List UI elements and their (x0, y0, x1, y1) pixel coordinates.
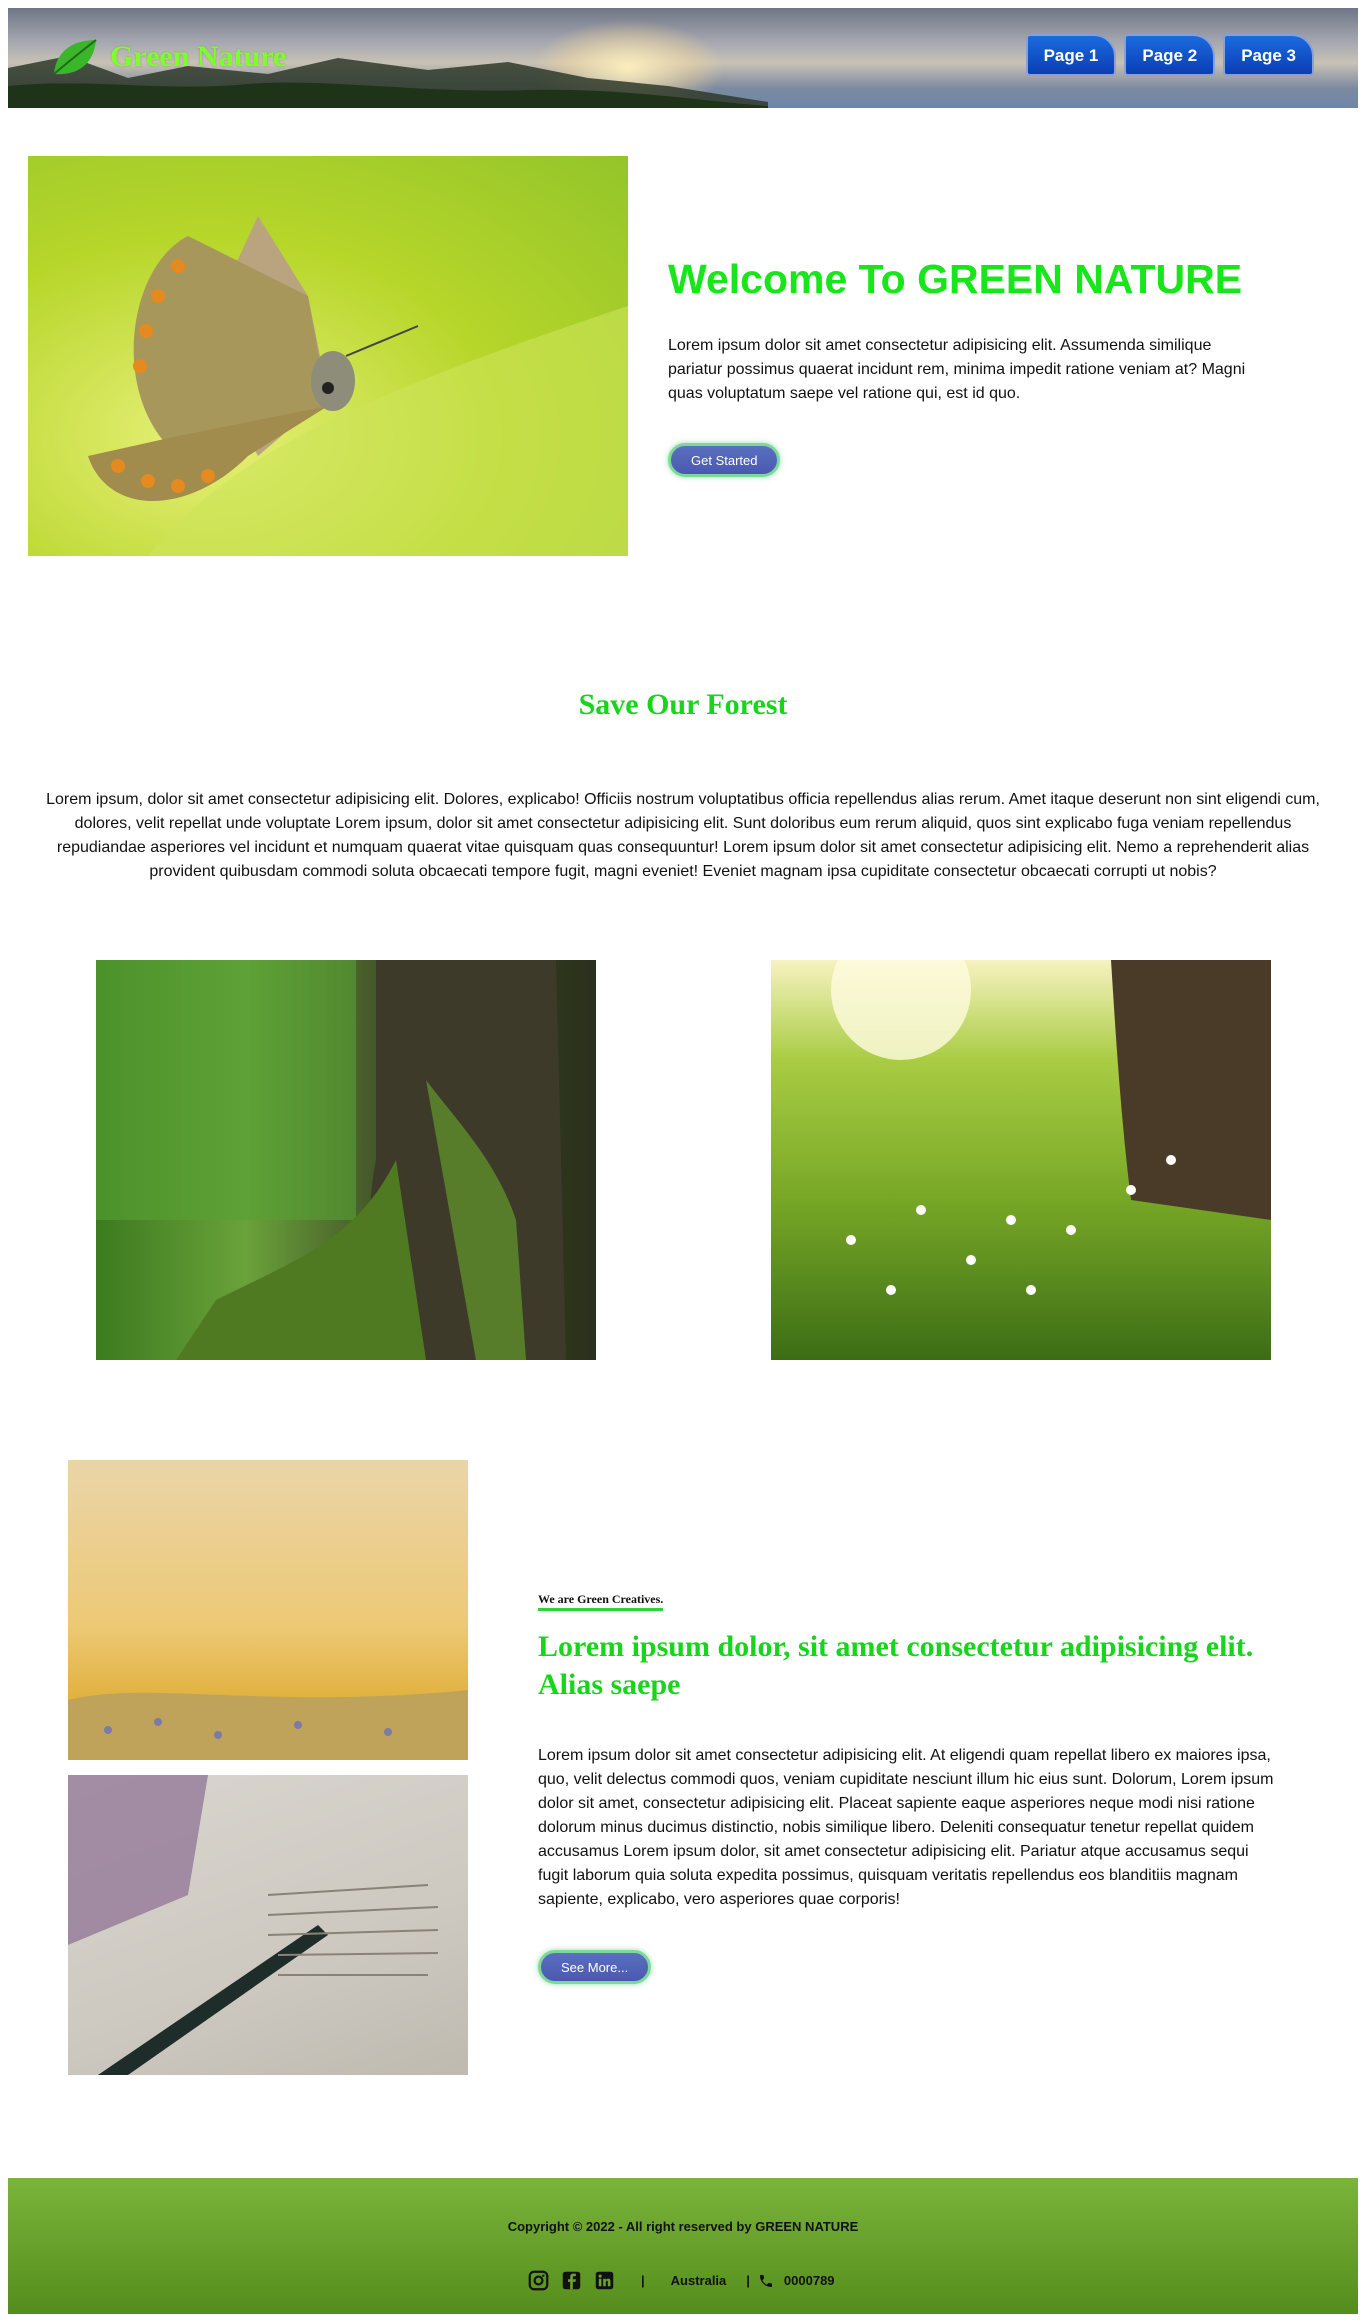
brand-name: Green Nature (110, 40, 287, 73)
site-footer: Copyright © 2022 - All right reserved by… (8, 2178, 1358, 2314)
footer-contact-row: | Australia | 0000789 (528, 2270, 835, 2291)
copyright-text: Copyright © 2022 - All right reserved by… (507, 2219, 859, 2234)
linkedin-icon[interactable] (594, 2270, 615, 2291)
nav-page-1[interactable]: Page 1 (1025, 34, 1117, 76)
instagram-icon[interactable] (528, 2270, 549, 2291)
see-more-button[interactable]: See More... (538, 1950, 652, 1984)
leaf-icon (53, 39, 97, 75)
butterfly-image (28, 156, 628, 556)
location-text: Australia (670, 2273, 727, 2288)
creatives-title: Lorem ipsum dolor, sit amet consectetur … (538, 1630, 1254, 1701)
phone-number: 0000789 (783, 2273, 835, 2288)
site-header: Green Nature Page 1 Page 2 Page 3 (8, 8, 1358, 108)
nav-page-2[interactable]: Page 2 (1124, 34, 1216, 76)
forest-text: Lorem ipsum, dolor sit amet consectetur … (46, 791, 1320, 880)
meadow-tree-image (771, 960, 1271, 1360)
phone-icon (759, 2274, 772, 2287)
get-started-button[interactable]: Get Started (668, 443, 781, 477)
mossy-tree-image (96, 960, 596, 1360)
hero-title: Welcome To GREEN NATURE (668, 256, 1243, 302)
facebook-icon[interactable] (561, 2270, 582, 2291)
brand-logo[interactable]: Green Nature (50, 36, 286, 78)
creatives-kicker: We are Green Creatives. (538, 1592, 664, 1611)
nav-page-3[interactable]: Page 3 (1223, 34, 1314, 76)
creatives-text: Lorem ipsum dolor sit amet consectetur a… (538, 1747, 1274, 1908)
footer-separator: | (641, 2273, 645, 2288)
footer-separator: | (746, 2273, 750, 2288)
watercolor-image (68, 1460, 468, 1760)
fountain-pen-image (68, 1775, 468, 2075)
main-nav: Page 1 Page 2 Page 3 (1025, 34, 1314, 76)
forest-title: Save Our Forest (578, 688, 788, 721)
hero-text: Lorem ipsum dolor sit amet consectetur a… (668, 337, 1246, 402)
